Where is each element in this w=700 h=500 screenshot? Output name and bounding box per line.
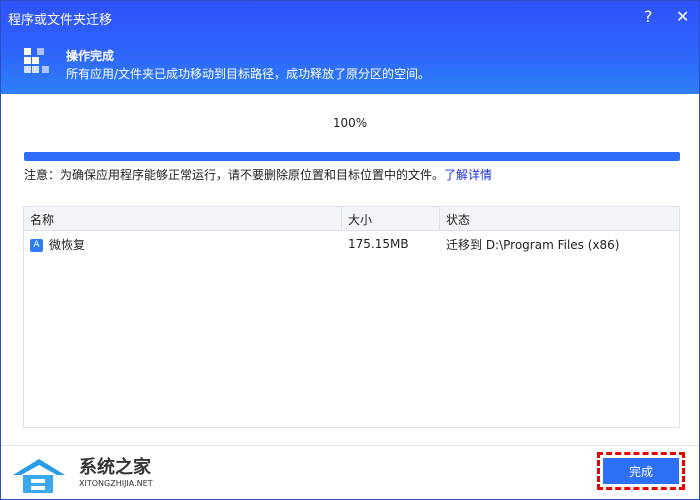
close-button[interactable]: ✕: [676, 7, 689, 26]
progress-label: 100%: [332, 116, 368, 130]
table-header: 名称 大小 状态: [24, 207, 679, 231]
column-header-size[interactable]: 大小: [342, 207, 440, 230]
watermark-cn: 系统之家: [79, 457, 151, 478]
progress-fill: [24, 152, 680, 161]
note: 注意：为确保应用程序能够正常运行，请不要删除原位置和目标位置中的文件。了解详情: [24, 166, 492, 183]
column-header-status[interactable]: 状态: [440, 207, 679, 230]
learn-more-link[interactable]: 了解详情: [444, 168, 492, 182]
row-name: 微恢复: [49, 237, 86, 252]
footer-divider: [1, 445, 699, 446]
window-title: 程序或文件夹迁移: [8, 13, 113, 28]
table-row[interactable]: A 微恢复 175.15MB 迁移到 D:\Program Files (x86): [24, 231, 679, 257]
column-header-name[interactable]: 名称: [24, 207, 342, 230]
file-table: 名称 大小 状态 A 微恢复 175.15MB 迁移到 D:\Program Fi…: [23, 206, 680, 428]
banner-title: 操作完成: [66, 49, 115, 63]
house-icon: [13, 459, 65, 493]
row-status: 迁移到 D:\Program Files (x86): [446, 237, 620, 252]
banner-subtitle: 所有应用/文件夹已成功移动到目标路径，成功释放了原分区的空间。: [66, 67, 431, 81]
watermark-en: XITONGZHIJIA.NET: [79, 479, 153, 488]
help-button[interactable]: ?: [644, 7, 653, 26]
header-banner: 程序或文件夹迁移 ? ✕ 操作完成 所有应用/文件夹已成功移动到目标路径，成功释…: [1, 1, 699, 94]
row-size: 175.15MB: [348, 237, 409, 251]
done-button[interactable]: 完成: [597, 452, 685, 490]
app-logo-icon: [24, 48, 52, 76]
app-icon: A: [30, 238, 43, 252]
progress-bar: [24, 152, 680, 161]
note-text: 注意：为确保应用程序能够正常运行，请不要删除原位置和目标位置中的文件。: [24, 168, 445, 182]
